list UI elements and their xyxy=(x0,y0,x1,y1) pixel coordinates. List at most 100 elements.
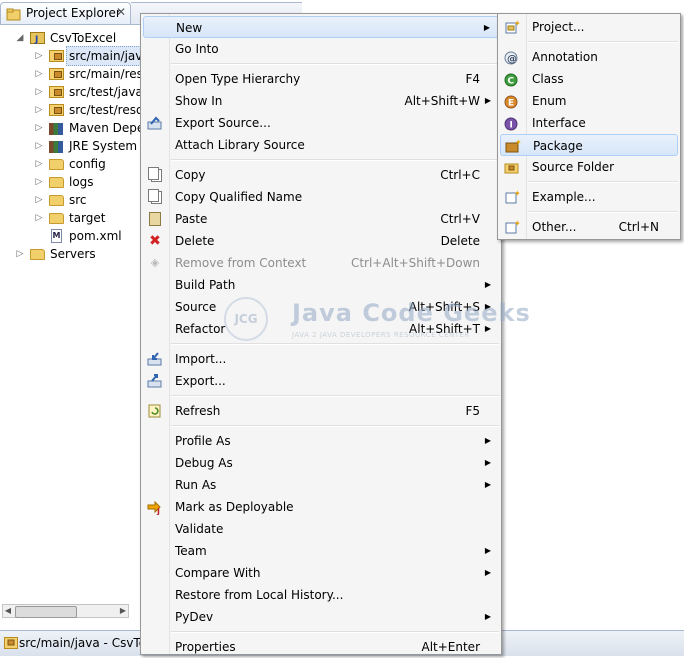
menu-item-restore-from-local-history[interactable]: Restore from Local History... xyxy=(143,584,499,606)
menu-item-refactor[interactable]: Refactor Alt+Shift+T ▶ xyxy=(143,318,499,340)
expand-icon[interactable]: ▷ xyxy=(34,155,44,173)
enum-icon: E xyxy=(504,93,520,109)
submenu-item-interface[interactable]: I Interface xyxy=(500,112,678,134)
expand-icon[interactable]: ▷ xyxy=(34,83,44,101)
menu-separator xyxy=(171,343,499,345)
menu-item-attach-library-source[interactable]: Attach Library Source xyxy=(143,134,499,156)
submenu-item-enum[interactable]: E Enum xyxy=(500,90,678,112)
expand-icon[interactable]: ▷ xyxy=(34,209,44,227)
menu-item-open-type-hierarchy[interactable]: Open Type Hierarchy F4 xyxy=(143,68,499,90)
menu-item-team[interactable]: Team ▶ xyxy=(143,540,499,562)
scroll-right-icon[interactable]: ▶ xyxy=(118,605,128,617)
scroll-left-icon[interactable]: ◀ xyxy=(3,605,13,617)
submenu-item-other[interactable]: ✦ Other... Ctrl+N xyxy=(500,216,678,238)
expand-icon[interactable]: ▷ xyxy=(15,245,25,263)
submenu-item-source-folder[interactable]: Source Folder xyxy=(500,156,678,178)
menu-item-label: Import... xyxy=(175,352,227,366)
expand-icon[interactable]: ▷ xyxy=(34,47,44,65)
svg-text:@: @ xyxy=(507,54,517,65)
horizontal-scrollbar[interactable]: ◀ ▶ xyxy=(2,604,129,618)
tree-item-maven-dependencies[interactable]: ▷ Maven Dependencies xyxy=(0,119,140,137)
tree-item-src-main-resources[interactable]: ▷ src/main/resources xyxy=(0,65,140,83)
menu-item-build-path[interactable]: Build Path ▶ xyxy=(143,274,499,296)
tree-item-label: src xyxy=(69,193,87,207)
tree-item-target[interactable]: ▷ target xyxy=(0,209,140,227)
menu-separator xyxy=(171,159,499,161)
menu-item-show-in[interactable]: Show In Alt+Shift+W ▶ xyxy=(143,90,499,112)
menu-item-copy-qualified-name[interactable]: Copy Qualified Name xyxy=(143,186,499,208)
menu-item-label: Refactor xyxy=(175,322,226,336)
menu-item-label: Export Source... xyxy=(175,116,271,130)
tree-item-src-test-resources[interactable]: ▷ src/test/resources xyxy=(0,101,140,119)
expand-icon[interactable]: ▷ xyxy=(34,191,44,209)
menu-separator xyxy=(171,631,499,633)
tree-item-csvtoexcel[interactable]: ◢ CsvToExcel xyxy=(0,29,140,49)
menu-item-label: Interface xyxy=(532,116,586,130)
menu-item-export[interactable]: Export... xyxy=(143,370,499,392)
menu-item-delete[interactable]: ✖ Delete Delete xyxy=(143,230,499,252)
tree-item-src-test-java[interactable]: ▷ src/test/java xyxy=(0,83,140,101)
menu-item-label: Restore from Local History... xyxy=(175,588,344,602)
svg-text:E: E xyxy=(508,99,514,109)
scrollbar-thumb[interactable] xyxy=(15,606,77,618)
collapse-icon[interactable]: ◢ xyxy=(15,29,25,47)
expand-icon[interactable]: ▷ xyxy=(34,137,44,155)
menu-item-export-source[interactable]: Export Source... xyxy=(143,112,499,134)
close-icon[interactable]: ✕ xyxy=(116,5,126,19)
expand-icon[interactable]: ▷ xyxy=(34,119,44,137)
expand-icon[interactable]: ▷ xyxy=(34,173,44,191)
menu-item-shortcut: F4 xyxy=(465,72,480,86)
tree-item-servers[interactable]: ▷ Servers xyxy=(0,245,140,263)
menu-item-compare-with[interactable]: Compare With ▶ xyxy=(143,562,499,584)
tree-item-jre-system-library[interactable]: ▷ JRE System Library xyxy=(0,137,140,155)
tree-item-src[interactable]: ▷ src xyxy=(0,191,140,209)
menu-item-shortcut: Alt+Shift+T xyxy=(409,322,480,336)
menu-item-paste[interactable]: Paste Ctrl+V xyxy=(143,208,499,230)
submenu-arrow-icon: ▶ xyxy=(484,568,491,577)
tree-item-logs[interactable]: ▷ logs xyxy=(0,173,140,191)
menu-item-import[interactable]: Import... xyxy=(143,348,499,370)
submenu-arrow-icon: ▶ xyxy=(483,23,490,32)
menu-item-label: Enum xyxy=(532,94,567,108)
menu-item-go-into[interactable]: Go Into xyxy=(143,38,499,60)
menu-item-label: Source Folder xyxy=(532,160,615,174)
expand-icon[interactable]: ▷ xyxy=(34,65,44,83)
menu-item-debug-as[interactable]: Debug As ▶ xyxy=(143,452,499,474)
submenu-item-project[interactable]: ✦ Project... xyxy=(500,16,678,38)
menu-separator xyxy=(171,425,499,427)
menu-item-remove-from-context[interactable]: ◈ Remove from Context Ctrl+Alt+Shift+Dow… xyxy=(143,252,499,274)
remove-from-context-icon: ◈ xyxy=(150,256,160,269)
menu-item-validate[interactable]: Validate xyxy=(143,518,499,540)
menu-item-refresh[interactable]: Refresh F5 xyxy=(143,400,499,422)
tree-item-label: Servers xyxy=(50,247,96,261)
submenu-item-class[interactable]: C Class xyxy=(500,68,678,90)
folder-icon xyxy=(49,211,65,225)
tree-item-label: src/test/resources xyxy=(69,103,140,117)
project-explorer-tab[interactable]: Project Explorer ✕ xyxy=(0,2,131,24)
tree-item-config[interactable]: ▷ config xyxy=(0,155,140,173)
tree-item-pom-xml[interactable]: M pom.xml xyxy=(0,227,140,245)
menu-item-run-as[interactable]: Run As ▶ xyxy=(143,474,499,496)
menu-item-shortcut: Ctrl+N xyxy=(618,220,659,234)
menu-item-copy[interactable]: Copy Ctrl+C xyxy=(143,164,499,186)
tree-item-label: logs xyxy=(69,175,94,189)
menu-item-label: Compare With xyxy=(175,566,261,580)
package-folder-icon xyxy=(49,85,65,99)
menu-item-mark-as-deployable[interactable]: J Mark as Deployable xyxy=(143,496,499,518)
submenu-arrow-icon: ▶ xyxy=(484,480,491,489)
tree-item-src-main-java[interactable]: ▷ src/main/java xyxy=(0,46,140,66)
menu-item-new[interactable]: New ▶ xyxy=(143,16,499,38)
menu-item-profile-as[interactable]: Profile As ▶ xyxy=(143,430,499,452)
menu-item-shortcut: Ctrl+C xyxy=(440,168,480,182)
menu-item-pydev[interactable]: PyDev ▶ xyxy=(143,606,499,628)
submenu-item-example[interactable]: ✦ Example... xyxy=(500,186,678,208)
tree-item-label: src/main/resources xyxy=(69,67,140,81)
menu-item-source[interactable]: Source Alt+Shift+S ▶ xyxy=(143,296,499,318)
expand-icon[interactable]: ▷ xyxy=(34,101,44,119)
submenu-item-annotation[interactable]: @ Annotation xyxy=(500,46,678,68)
submenu-item-package[interactable]: ✦ Package xyxy=(500,134,678,156)
submenu-arrow-icon: ▶ xyxy=(484,458,491,467)
menu-separator xyxy=(528,41,678,43)
export-source-icon xyxy=(147,115,163,131)
menu-item-label: Build Path xyxy=(175,278,236,292)
